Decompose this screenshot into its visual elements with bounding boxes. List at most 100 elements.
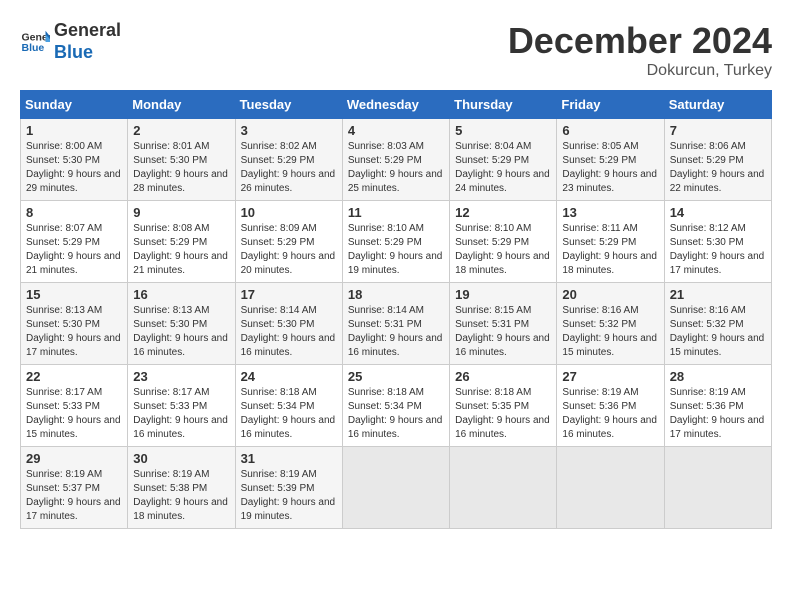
day-info: Sunrise: 8:07 AM Sunset: 5:29 PM Dayligh… xyxy=(26,222,122,278)
calendar-cell: 19 Sunrise: 8:15 AM Sunset: 5:31 PM Dayl… xyxy=(450,283,557,365)
day-info: Sunrise: 8:10 AM Sunset: 5:29 PM Dayligh… xyxy=(455,222,551,278)
calendar-cell: 18 Sunrise: 8:14 AM Sunset: 5:31 PM Dayl… xyxy=(342,283,449,365)
calendar-cell: 28 Sunrise: 8:19 AM Sunset: 5:36 PM Dayl… xyxy=(664,365,771,447)
calendar-cell: 10 Sunrise: 8:09 AM Sunset: 5:29 PM Dayl… xyxy=(235,201,342,283)
day-info: Sunrise: 8:14 AM Sunset: 5:31 PM Dayligh… xyxy=(348,304,444,360)
calendar-cell: 2 Sunrise: 8:01 AM Sunset: 5:30 PM Dayli… xyxy=(128,119,235,201)
calendar-cell: 15 Sunrise: 8:13 AM Sunset: 5:30 PM Dayl… xyxy=(21,283,128,365)
calendar-cell: 31 Sunrise: 8:19 AM Sunset: 5:39 PM Dayl… xyxy=(235,447,342,529)
day-number: 4 xyxy=(348,123,444,138)
day-info: Sunrise: 8:18 AM Sunset: 5:34 PM Dayligh… xyxy=(241,386,337,442)
calendar-cell: 8 Sunrise: 8:07 AM Sunset: 5:29 PM Dayli… xyxy=(21,201,128,283)
day-info: Sunrise: 8:15 AM Sunset: 5:31 PM Dayligh… xyxy=(455,304,551,360)
day-info: Sunrise: 8:19 AM Sunset: 5:39 PM Dayligh… xyxy=(241,468,337,524)
day-info: Sunrise: 8:03 AM Sunset: 5:29 PM Dayligh… xyxy=(348,140,444,196)
day-info: Sunrise: 8:18 AM Sunset: 5:35 PM Dayligh… xyxy=(455,386,551,442)
calendar-week-row: 22 Sunrise: 8:17 AM Sunset: 5:33 PM Dayl… xyxy=(21,365,772,447)
month-title: December 2024 xyxy=(508,20,772,62)
day-number: 21 xyxy=(670,287,766,302)
calendar-cell: 20 Sunrise: 8:16 AM Sunset: 5:32 PM Dayl… xyxy=(557,283,664,365)
calendar-cell xyxy=(557,447,664,529)
day-number: 17 xyxy=(241,287,337,302)
calendar-table: SundayMondayTuesdayWednesdayThursdayFrid… xyxy=(20,90,772,529)
day-info: Sunrise: 8:13 AM Sunset: 5:30 PM Dayligh… xyxy=(133,304,229,360)
day-number: 30 xyxy=(133,451,229,466)
day-info: Sunrise: 8:08 AM Sunset: 5:29 PM Dayligh… xyxy=(133,222,229,278)
day-number: 6 xyxy=(562,123,658,138)
weekday-header-monday: Monday xyxy=(128,91,235,119)
calendar-cell xyxy=(450,447,557,529)
day-info: Sunrise: 8:17 AM Sunset: 5:33 PM Dayligh… xyxy=(26,386,122,442)
day-info: Sunrise: 8:16 AM Sunset: 5:32 PM Dayligh… xyxy=(562,304,658,360)
day-info: Sunrise: 8:16 AM Sunset: 5:32 PM Dayligh… xyxy=(670,304,766,360)
calendar-cell: 21 Sunrise: 8:16 AM Sunset: 5:32 PM Dayl… xyxy=(664,283,771,365)
location: Dokurcun, Turkey xyxy=(508,62,772,80)
weekday-header-wednesday: Wednesday xyxy=(342,91,449,119)
calendar-cell xyxy=(664,447,771,529)
day-number: 13 xyxy=(562,205,658,220)
day-info: Sunrise: 8:10 AM Sunset: 5:29 PM Dayligh… xyxy=(348,222,444,278)
day-number: 15 xyxy=(26,287,122,302)
day-number: 1 xyxy=(26,123,122,138)
weekday-header-sunday: Sunday xyxy=(21,91,128,119)
day-info: Sunrise: 8:19 AM Sunset: 5:36 PM Dayligh… xyxy=(562,386,658,442)
logo-line2: Blue xyxy=(54,42,121,64)
day-info: Sunrise: 8:12 AM Sunset: 5:30 PM Dayligh… xyxy=(670,222,766,278)
day-number: 7 xyxy=(670,123,766,138)
logo-icon: General Blue xyxy=(20,27,50,57)
page-header: General Blue General Blue December 2024 … xyxy=(20,20,772,80)
calendar-cell: 1 Sunrise: 8:00 AM Sunset: 5:30 PM Dayli… xyxy=(21,119,128,201)
title-block: December 2024 Dokurcun, Turkey xyxy=(508,20,772,80)
calendar-cell: 12 Sunrise: 8:10 AM Sunset: 5:29 PM Dayl… xyxy=(450,201,557,283)
weekday-header-saturday: Saturday xyxy=(664,91,771,119)
day-info: Sunrise: 8:19 AM Sunset: 5:37 PM Dayligh… xyxy=(26,468,122,524)
calendar-cell: 5 Sunrise: 8:04 AM Sunset: 5:29 PM Dayli… xyxy=(450,119,557,201)
calendar-cell: 24 Sunrise: 8:18 AM Sunset: 5:34 PM Dayl… xyxy=(235,365,342,447)
weekday-header-tuesday: Tuesday xyxy=(235,91,342,119)
day-number: 23 xyxy=(133,369,229,384)
day-info: Sunrise: 8:06 AM Sunset: 5:29 PM Dayligh… xyxy=(670,140,766,196)
weekday-header-thursday: Thursday xyxy=(450,91,557,119)
calendar-cell: 6 Sunrise: 8:05 AM Sunset: 5:29 PM Dayli… xyxy=(557,119,664,201)
logo-line1: General xyxy=(54,20,121,42)
calendar-cell: 27 Sunrise: 8:19 AM Sunset: 5:36 PM Dayl… xyxy=(557,365,664,447)
day-number: 31 xyxy=(241,451,337,466)
calendar-cell: 30 Sunrise: 8:19 AM Sunset: 5:38 PM Dayl… xyxy=(128,447,235,529)
calendar-cell: 4 Sunrise: 8:03 AM Sunset: 5:29 PM Dayli… xyxy=(342,119,449,201)
day-number: 27 xyxy=(562,369,658,384)
calendar-cell: 9 Sunrise: 8:08 AM Sunset: 5:29 PM Dayli… xyxy=(128,201,235,283)
calendar-cell: 14 Sunrise: 8:12 AM Sunset: 5:30 PM Dayl… xyxy=(664,201,771,283)
calendar-cell: 25 Sunrise: 8:18 AM Sunset: 5:34 PM Dayl… xyxy=(342,365,449,447)
day-info: Sunrise: 8:19 AM Sunset: 5:38 PM Dayligh… xyxy=(133,468,229,524)
day-number: 22 xyxy=(26,369,122,384)
day-number: 11 xyxy=(348,205,444,220)
logo: General Blue General Blue xyxy=(20,20,121,63)
calendar-week-row: 8 Sunrise: 8:07 AM Sunset: 5:29 PM Dayli… xyxy=(21,201,772,283)
svg-text:Blue: Blue xyxy=(22,42,45,54)
day-number: 28 xyxy=(670,369,766,384)
day-number: 24 xyxy=(241,369,337,384)
calendar-cell xyxy=(342,447,449,529)
day-info: Sunrise: 8:19 AM Sunset: 5:36 PM Dayligh… xyxy=(670,386,766,442)
calendar-cell: 3 Sunrise: 8:02 AM Sunset: 5:29 PM Dayli… xyxy=(235,119,342,201)
day-number: 26 xyxy=(455,369,551,384)
day-number: 20 xyxy=(562,287,658,302)
weekday-header-row: SundayMondayTuesdayWednesdayThursdayFrid… xyxy=(21,91,772,119)
day-number: 9 xyxy=(133,205,229,220)
day-number: 29 xyxy=(26,451,122,466)
day-number: 10 xyxy=(241,205,337,220)
day-info: Sunrise: 8:11 AM Sunset: 5:29 PM Dayligh… xyxy=(562,222,658,278)
day-number: 8 xyxy=(26,205,122,220)
calendar-cell: 11 Sunrise: 8:10 AM Sunset: 5:29 PM Dayl… xyxy=(342,201,449,283)
day-info: Sunrise: 8:17 AM Sunset: 5:33 PM Dayligh… xyxy=(133,386,229,442)
calendar-week-row: 29 Sunrise: 8:19 AM Sunset: 5:37 PM Dayl… xyxy=(21,447,772,529)
day-number: 14 xyxy=(670,205,766,220)
day-number: 5 xyxy=(455,123,551,138)
day-info: Sunrise: 8:04 AM Sunset: 5:29 PM Dayligh… xyxy=(455,140,551,196)
day-info: Sunrise: 8:13 AM Sunset: 5:30 PM Dayligh… xyxy=(26,304,122,360)
logo-text: General Blue xyxy=(54,20,121,63)
day-info: Sunrise: 8:00 AM Sunset: 5:30 PM Dayligh… xyxy=(26,140,122,196)
calendar-week-row: 15 Sunrise: 8:13 AM Sunset: 5:30 PM Dayl… xyxy=(21,283,772,365)
day-number: 12 xyxy=(455,205,551,220)
day-info: Sunrise: 8:05 AM Sunset: 5:29 PM Dayligh… xyxy=(562,140,658,196)
